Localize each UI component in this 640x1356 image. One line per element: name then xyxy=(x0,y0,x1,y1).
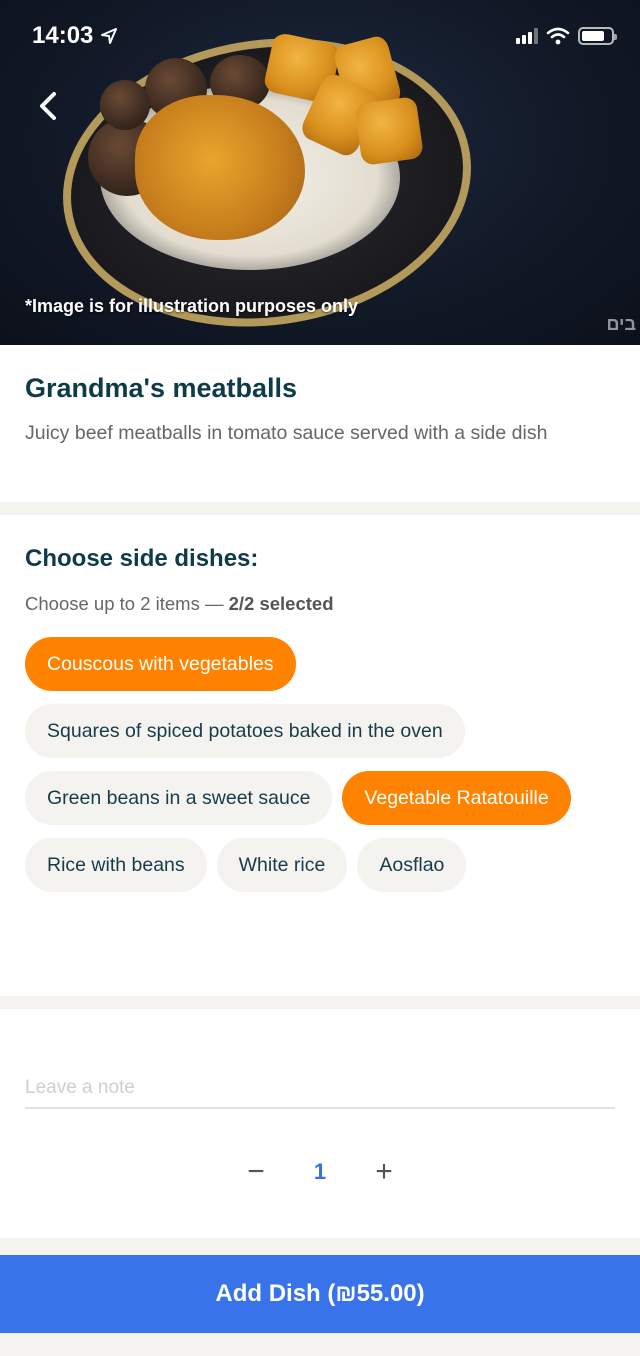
section-divider xyxy=(0,996,640,1009)
image-disclaimer: *Image is for illustration purposes only xyxy=(25,296,359,316)
stew-graphic xyxy=(135,95,305,240)
selection-limit-text: Choose up to 2 items — xyxy=(25,593,229,614)
battery-level xyxy=(582,31,605,41)
quantity-value: 1 xyxy=(313,1159,327,1184)
dish-image: 14:03 *Image is for illustration purpose… xyxy=(0,0,640,345)
status-icons xyxy=(516,27,617,45)
location-arrow-icon xyxy=(101,28,118,44)
side-dish-chip[interactable]: White rice xyxy=(216,838,348,892)
side-dishes-section: Choose side dishes: Choose up to 2 items… xyxy=(0,515,640,996)
battery-icon xyxy=(578,27,617,45)
side-dish-chip[interactable]: Rice with beans xyxy=(25,838,207,892)
footer-spacer xyxy=(0,1238,640,1255)
wifi-icon xyxy=(546,27,570,45)
potato-graphic xyxy=(353,95,425,167)
status-time: 14:03 xyxy=(32,22,119,50)
time-label: 14:03 xyxy=(32,22,94,49)
status-bar: 14:03 xyxy=(0,0,640,72)
side-dish-options: Couscous with vegetables Squares of spic… xyxy=(25,637,585,892)
side-dishes-subtitle: Choose up to 2 items — 2/2 selected xyxy=(25,593,615,615)
decrease-quantity-button[interactable]: − xyxy=(244,1157,268,1187)
quantity-stepper: − 1 + xyxy=(25,1157,615,1187)
side-dish-chip[interactable]: Couscous with vegetables xyxy=(25,637,296,691)
side-dish-chip[interactable]: Aosflao xyxy=(357,838,467,892)
selection-count: 2/2 selected xyxy=(228,593,334,614)
increase-quantity-button[interactable]: + xyxy=(372,1157,396,1187)
section-divider xyxy=(0,502,640,515)
dish-info: Grandma's meatballs Juicy beef meatballs… xyxy=(0,345,640,502)
meatball-graphic xyxy=(100,80,150,130)
dish-description: Juicy beef meatballs in tomato sauce ser… xyxy=(25,422,548,444)
add-dish-button[interactable]: Add Dish (₪55.00) xyxy=(0,1255,640,1333)
side-dishes-title: Choose side dishes: xyxy=(25,545,259,572)
cellular-signal-icon xyxy=(516,28,538,44)
side-dish-chip[interactable]: Squares of spiced potatoes baked in the … xyxy=(25,704,465,758)
order-options: − 1 + xyxy=(0,1009,640,1238)
side-dish-chip[interactable]: Vegetable Ratatouille xyxy=(342,771,571,825)
back-button[interactable] xyxy=(30,86,66,126)
side-dish-chip[interactable]: Green beans in a sweet sauce xyxy=(25,771,333,825)
note-input[interactable] xyxy=(25,1073,615,1109)
chevron-left-icon xyxy=(40,92,56,120)
image-watermark: בים xyxy=(606,314,636,334)
dish-title: Grandma's meatballs xyxy=(25,373,298,403)
